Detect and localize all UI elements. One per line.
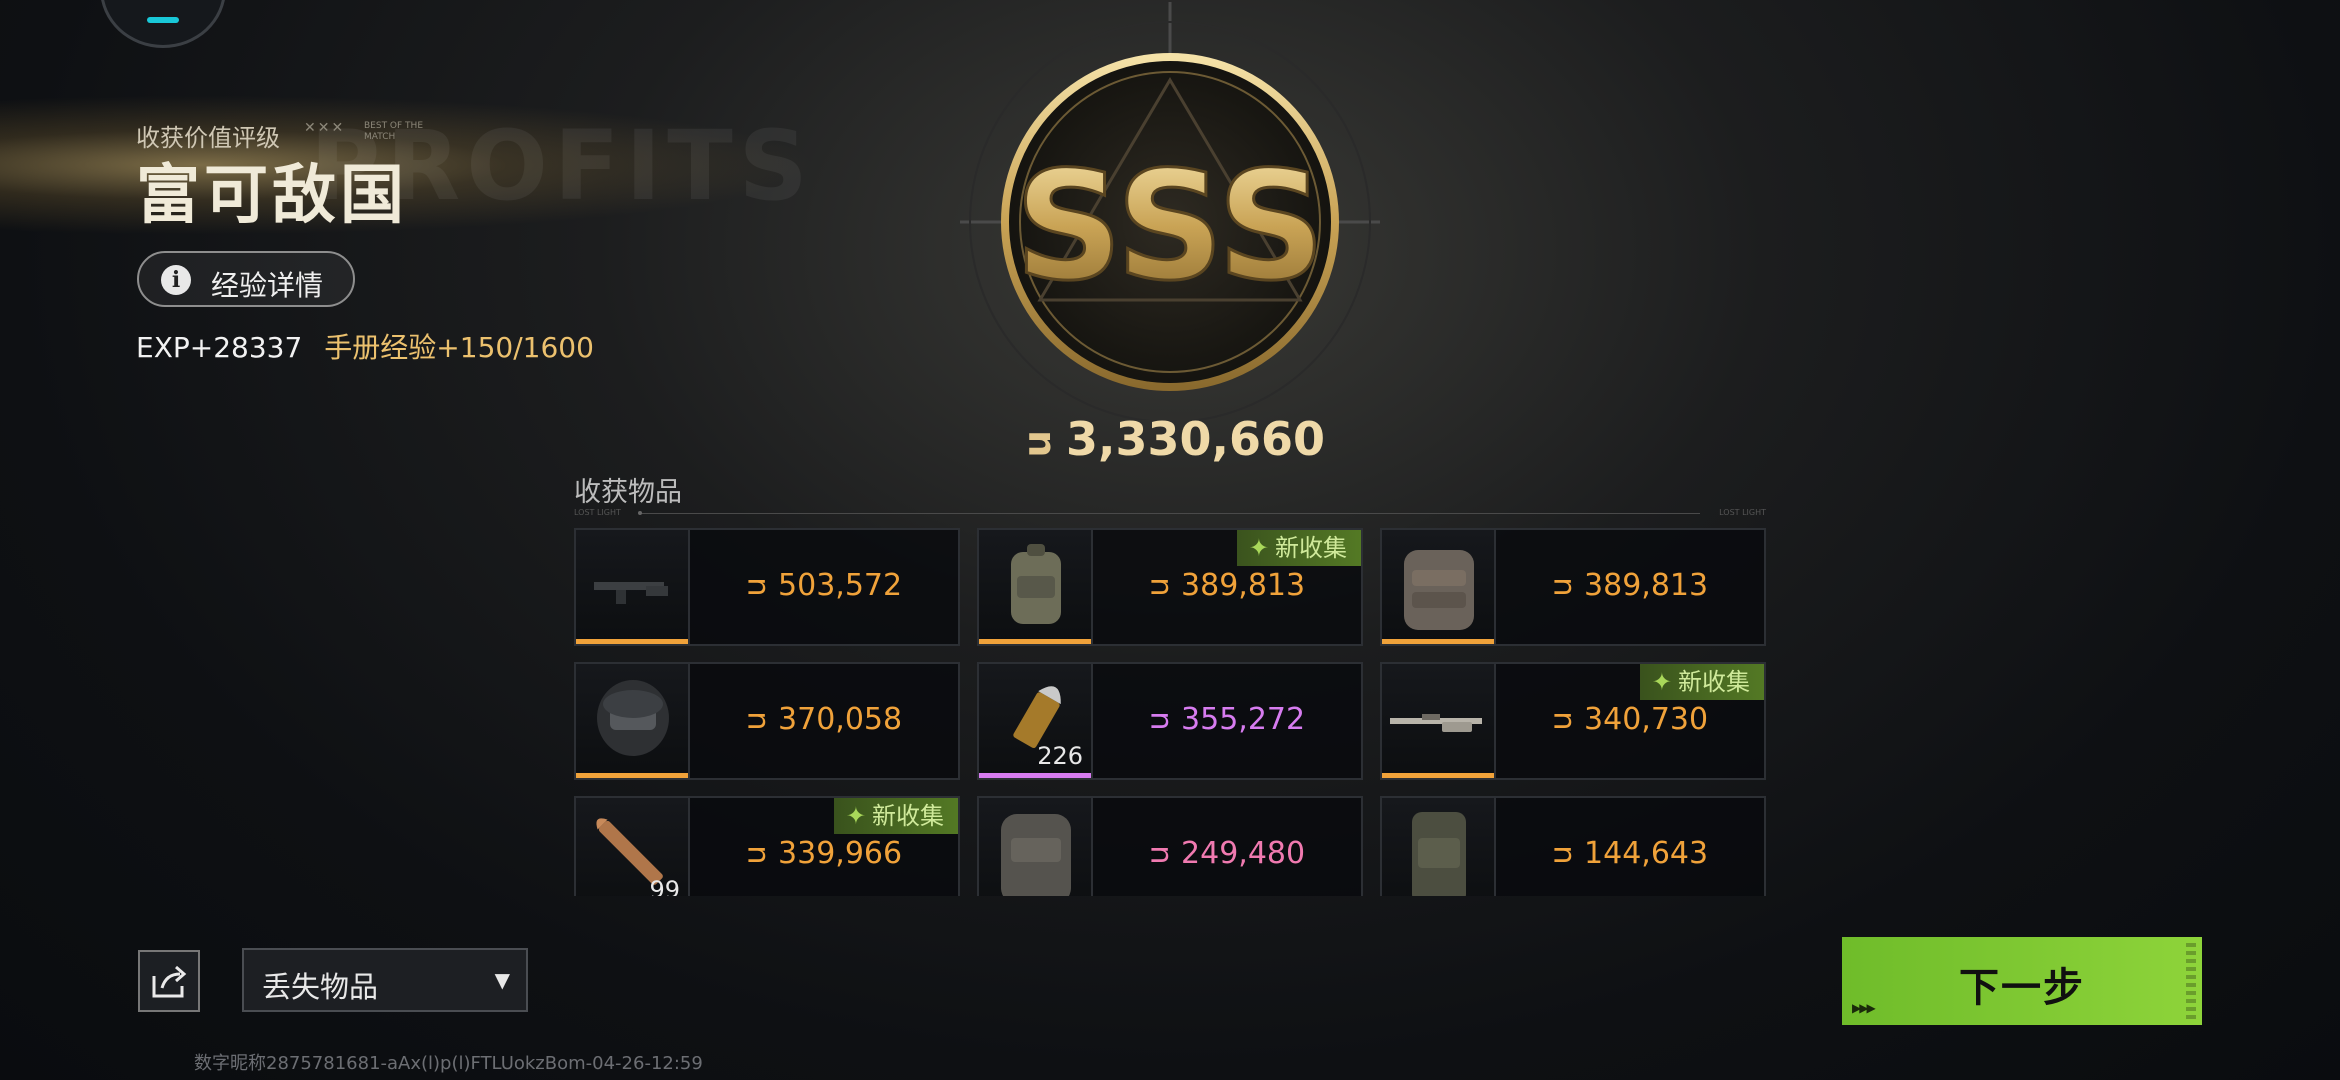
item-quantity: 226 <box>1037 742 1083 770</box>
tactical-vest-icon <box>1412 812 1466 896</box>
sparkle-icon: ✦ <box>1651 668 1672 696</box>
next-step-label: 下一步 <box>1959 965 2085 1011</box>
item-thumb <box>576 530 690 644</box>
rarity-bar <box>979 639 1091 644</box>
backpack-icon <box>1011 544 1061 624</box>
rarity-bar <box>1382 639 1494 644</box>
item-quantity: 99 <box>649 876 680 896</box>
armor-vest-icon <box>1404 550 1474 630</box>
triangles-icon: ▶▶▶ <box>1852 1001 1876 1015</box>
item-card[interactable]: ᴝ 370,058 <box>574 662 960 780</box>
handbook-exp: 手册经验+150/1600 <box>324 331 594 364</box>
item-thumb: 226 <box>979 664 1093 778</box>
chevron-down-icon: ▼ <box>494 968 510 992</box>
item-card[interactable]: ᴝ 144,643 <box>1380 796 1766 896</box>
item-value: ᴝ 503,572 <box>745 568 903 603</box>
item-thumb <box>979 530 1093 644</box>
rarity-bar <box>979 773 1091 778</box>
item-thumb <box>1382 798 1496 896</box>
rarity-bar <box>576 773 688 778</box>
info-icon: i <box>161 265 191 295</box>
rating-tag-text: BEST OF THE MATCH <box>364 121 424 142</box>
exp-details-button[interactable]: i 经验详情 <box>137 251 355 307</box>
item-thumb <box>1382 530 1496 644</box>
item-card[interactable]: ᴝ 249,480 <box>977 796 1363 896</box>
top-logo <box>100 0 226 48</box>
grade-text: SSS <box>1015 140 1326 314</box>
item-thumb <box>576 664 690 778</box>
new-collection-badge: ✦ 新收集 <box>1236 530 1361 566</box>
grade-emblem: SSS <box>960 2 1380 420</box>
helmet-icon <box>597 680 669 756</box>
item-card[interactable]: 99 ✦ 新收集 ᴝ 339,966 <box>574 796 960 896</box>
item-value: ᴝ 340,730 <box>1551 702 1709 737</box>
total-value: ᴝ 3,330,660 <box>1026 412 1325 466</box>
rule-label-left: LOST LIGHT <box>574 508 621 517</box>
share-button[interactable] <box>138 950 200 1012</box>
exp-details-label: 经验详情 <box>211 269 324 302</box>
sparkle-icon: ✦ <box>845 802 866 830</box>
dropdown-label: 丢失物品 <box>262 970 379 1004</box>
item-value: ᴝ 249,480 <box>1148 836 1306 871</box>
item-card[interactable]: ✦ 新收集 ᴝ 340,730 <box>1380 662 1766 780</box>
rifle-icon <box>594 582 668 604</box>
item-value: ᴝ 389,813 <box>1148 568 1306 603</box>
stripe-decoration <box>2186 943 2196 1019</box>
item-thumb <box>979 798 1093 896</box>
items-title: 收获物品 <box>574 477 682 508</box>
lost-items-dropdown[interactable]: 丢失物品 ▼ <box>242 948 528 1012</box>
item-card[interactable]: ᴝ 503,572 <box>574 528 960 646</box>
currency-icon: ᴝ <box>1026 420 1054 464</box>
exp-line: EXP+28337 手册经验+150/1600 <box>136 326 594 366</box>
sparkle-icon: ✦ <box>1248 534 1269 562</box>
footer-id: 数字昵称2875781681-aAx(l)p(l)FTLUokzBom-04-2… <box>194 1053 703 1074</box>
share-icon <box>152 965 187 998</box>
items-grid[interactable]: ᴝ 503,572 ✦ 新收集 ᴝ 389,813 ᴝ 389,813 ᴝ 370,058… <box>574 526 1768 896</box>
items-rule: LOST LIGHT LOST LIGHT <box>574 508 1766 522</box>
rating-title: 富可敌国 <box>136 159 408 233</box>
new-collection-badge: ✦ 新收集 <box>1639 664 1764 700</box>
item-thumb: 99 <box>576 798 690 896</box>
item-value: ᴝ 355,272 <box>1148 702 1306 737</box>
new-collection-badge: ✦ 新收集 <box>833 798 958 834</box>
exp-value: EXP+28337 <box>136 331 303 364</box>
item-thumb <box>1382 664 1496 778</box>
next-step-button[interactable]: 下一步 ▶▶▶ <box>1842 937 2202 1025</box>
item-card[interactable]: ✦ 新收集 ᴝ 389,813 <box>977 528 1363 646</box>
total-amount: 3,330,660 <box>1066 412 1325 466</box>
rifle-icon <box>1390 714 1482 732</box>
item-value: ᴝ 370,058 <box>745 702 903 737</box>
rarity-bar <box>576 639 688 644</box>
item-card[interactable]: ᴝ 389,813 <box>1380 528 1766 646</box>
item-value: ᴝ 144,643 <box>1551 836 1709 871</box>
rarity-bar <box>1382 773 1494 778</box>
item-card[interactable]: 226 ᴝ 355,272 <box>977 662 1363 780</box>
item-value: ᴝ 339,966 <box>745 836 903 871</box>
rule-label-right: LOST LIGHT <box>1719 508 1766 517</box>
backpack-icon <box>1001 814 1071 896</box>
item-value: ᴝ 389,813 <box>1551 568 1709 603</box>
